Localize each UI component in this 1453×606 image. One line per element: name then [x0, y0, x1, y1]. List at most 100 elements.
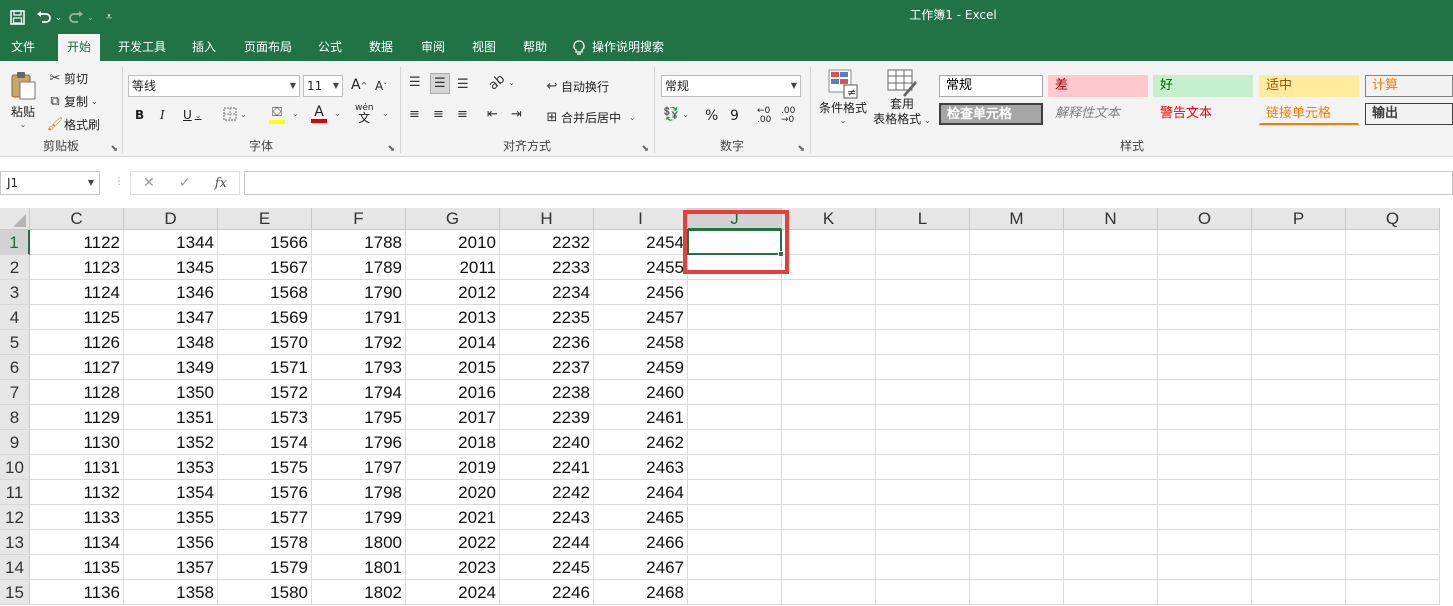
cell-k4[interactable]: [782, 305, 876, 330]
style-check-cell[interactable]: 检查单元格: [939, 103, 1043, 125]
column-header-g[interactable]: G: [406, 208, 500, 230]
row-header-2[interactable]: 2: [0, 255, 30, 280]
cell-d10[interactable]: 1353: [124, 455, 218, 480]
cell-f4[interactable]: 1791: [312, 305, 406, 330]
row-header-6[interactable]: 6: [0, 355, 30, 380]
cell-o10[interactable]: [1158, 455, 1252, 480]
column-header-d[interactable]: D: [124, 208, 218, 230]
chevron-down-icon[interactable]: ⌄: [382, 109, 389, 118]
cell-c1[interactable]: 1122: [30, 230, 124, 255]
cell-o12[interactable]: [1158, 505, 1252, 530]
cell-q4[interactable]: [1346, 305, 1440, 330]
cell-c6[interactable]: 1127: [30, 355, 124, 380]
cell-c7[interactable]: 1128: [30, 380, 124, 405]
redo-button[interactable]: ⌄: [64, 2, 98, 32]
cut-button[interactable]: ✂ 剪切: [46, 69, 88, 87]
cell-k5[interactable]: [782, 330, 876, 355]
cell-i8[interactable]: 2461: [594, 405, 688, 430]
cell-i3[interactable]: 2456: [594, 280, 688, 305]
cell-k8[interactable]: [782, 405, 876, 430]
cell-i5[interactable]: 2458: [594, 330, 688, 355]
chevron-down-icon[interactable]: ⌄: [334, 109, 341, 118]
cell-g9[interactable]: 2018: [406, 430, 500, 455]
cell-q1[interactable]: [1346, 230, 1440, 255]
align-bottom-button[interactable]: ☰: [457, 77, 469, 92]
cell-n6[interactable]: [1064, 355, 1158, 380]
increase-decimal-button[interactable]: ←0.00: [757, 107, 771, 125]
cell-l14[interactable]: [876, 555, 970, 580]
cell-m4[interactable]: [970, 305, 1064, 330]
column-header-i[interactable]: I: [594, 208, 688, 230]
cell-m14[interactable]: [970, 555, 1064, 580]
cell-f12[interactable]: 1799: [312, 505, 406, 530]
cell-k1[interactable]: [782, 230, 876, 255]
cell-n4[interactable]: [1064, 305, 1158, 330]
cell-q3[interactable]: [1346, 280, 1440, 305]
cell-p1[interactable]: [1252, 230, 1346, 255]
cell-m5[interactable]: [970, 330, 1064, 355]
cell-i14[interactable]: 2467: [594, 555, 688, 580]
cell-f15[interactable]: 1802: [312, 580, 406, 605]
cell-n9[interactable]: [1064, 430, 1158, 455]
style-linked-cell[interactable]: 链接单元格: [1259, 103, 1359, 125]
column-header-k[interactable]: K: [782, 208, 876, 230]
cell-q14[interactable]: [1346, 555, 1440, 580]
cell-p14[interactable]: [1252, 555, 1346, 580]
cell-j9[interactable]: [688, 430, 782, 455]
fill-color-button[interactable]: ⛋: [269, 105, 285, 124]
cell-d3[interactable]: 1346: [124, 280, 218, 305]
cell-i1[interactable]: 2454: [594, 230, 688, 255]
cell-g6[interactable]: 2015: [406, 355, 500, 380]
cell-h5[interactable]: 2236: [500, 330, 594, 355]
customize-qat-button[interactable]: ⩡: [98, 2, 120, 32]
cell-p2[interactable]: [1252, 255, 1346, 280]
cell-o13[interactable]: [1158, 530, 1252, 555]
cell-e1[interactable]: 1566: [218, 230, 312, 255]
cell-k11[interactable]: [782, 480, 876, 505]
cell-c14[interactable]: 1135: [30, 555, 124, 580]
cell-j15[interactable]: [688, 580, 782, 605]
cell-l13[interactable]: [876, 530, 970, 555]
cell-f6[interactable]: 1793: [312, 355, 406, 380]
cell-o5[interactable]: [1158, 330, 1252, 355]
cell-n5[interactable]: [1064, 330, 1158, 355]
cell-c2[interactable]: 1123: [30, 255, 124, 280]
align-right-button[interactable]: ≡: [457, 107, 468, 122]
cell-i13[interactable]: 2466: [594, 530, 688, 555]
cell-h15[interactable]: 2246: [500, 580, 594, 605]
cell-f7[interactable]: 1794: [312, 380, 406, 405]
cell-q6[interactable]: [1346, 355, 1440, 380]
cell-n13[interactable]: [1064, 530, 1158, 555]
row-header-11[interactable]: 11: [0, 480, 30, 505]
copy-button[interactable]: ⧉ 复制 ⌄: [46, 92, 97, 110]
align-center-button[interactable]: ≡: [433, 107, 444, 122]
tab-data[interactable]: 数据: [361, 34, 401, 61]
cell-h7[interactable]: 2238: [500, 380, 594, 405]
style-bad[interactable]: 差: [1048, 75, 1148, 97]
cell-q13[interactable]: [1346, 530, 1440, 555]
cell-g10[interactable]: 2019: [406, 455, 500, 480]
cell-d1[interactable]: 1344: [124, 230, 218, 255]
cell-q11[interactable]: [1346, 480, 1440, 505]
cell-k13[interactable]: [782, 530, 876, 555]
cell-h14[interactable]: 2245: [500, 555, 594, 580]
cell-g7[interactable]: 2016: [406, 380, 500, 405]
cell-d7[interactable]: 1350: [124, 380, 218, 405]
cell-j6[interactable]: [688, 355, 782, 380]
cell-m8[interactable]: [970, 405, 1064, 430]
column-header-h[interactable]: H: [500, 208, 594, 230]
cell-n11[interactable]: [1064, 480, 1158, 505]
dialog-launcher-icon[interactable]: ⬊: [797, 144, 805, 154]
style-output[interactable]: 输出: [1365, 103, 1453, 125]
cell-m6[interactable]: [970, 355, 1064, 380]
cell-i7[interactable]: 2460: [594, 380, 688, 405]
cell-o2[interactable]: [1158, 255, 1252, 280]
cell-p11[interactable]: [1252, 480, 1346, 505]
cell-h12[interactable]: 2243: [500, 505, 594, 530]
wrap-text-button[interactable]: ↩ 自动换行: [543, 77, 609, 95]
cell-i15[interactable]: 2468: [594, 580, 688, 605]
tab-review[interactable]: 审阅: [413, 34, 453, 61]
cell-l12[interactable]: [876, 505, 970, 530]
merge-center-button[interactable]: ⊞ 合并后居中 ⌄: [543, 108, 636, 126]
comma-style-button[interactable]: 9: [730, 108, 739, 124]
